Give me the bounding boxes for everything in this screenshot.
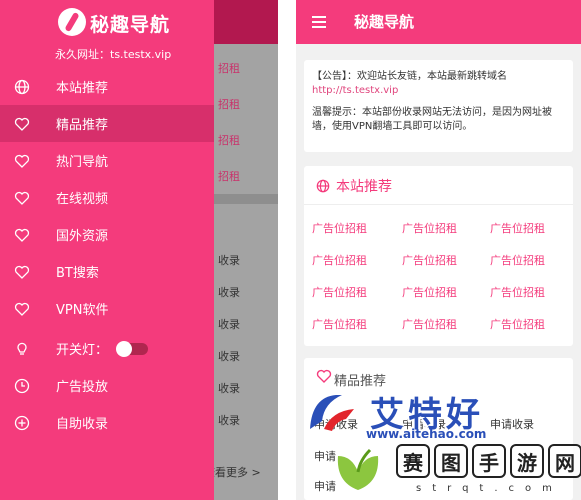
behind-ad-link[interactable]: 招租: [218, 60, 240, 76]
menu-item-label: BT搜索: [56, 266, 99, 281]
watermark-chars: 赛 图 手 游 网: [396, 444, 581, 478]
behind-ad-link[interactable]: 招租: [218, 132, 240, 148]
menu-item-label: 国外资源: [56, 229, 109, 244]
recommend-card: 本站推荐 广告位招租 广告位招租 广告位招租 广告位招租 广告位招租 广告位招租…: [304, 166, 573, 346]
menu-item-submit[interactable]: 自助收录: [0, 404, 214, 441]
page-title: 秘趣导航: [354, 13, 415, 31]
divider: [304, 204, 573, 205]
ad-link[interactable]: 广告位招租: [402, 284, 457, 300]
heart-icon: [14, 264, 30, 280]
ad-link[interactable]: 广告位招租: [312, 252, 367, 268]
notice-tip: 温馨提示：本站部份收录网站无法访问，是因为网址被墙，使用VPN翻墙工具即可以访问…: [312, 107, 552, 132]
behind-shoulu[interactable]: 收录: [218, 252, 240, 268]
menu-item-label: 热门导航: [56, 155, 109, 170]
plus-circle-icon: [14, 415, 30, 431]
heart-icon: [14, 153, 30, 169]
heart-icon: [14, 116, 30, 132]
ad-link[interactable]: 广告位招租: [402, 316, 457, 332]
menu-item-foreign[interactable]: 国外资源: [0, 216, 214, 253]
menu-item-vpn[interactable]: VPN软件: [0, 290, 214, 327]
menu-item-label: 精品推荐: [56, 118, 109, 133]
ad-link[interactable]: 广告位招租: [490, 220, 545, 236]
notice-link[interactable]: http://ts.testx.vip: [312, 84, 565, 98]
drawer-brand: 秘趣导航: [90, 14, 171, 36]
notice-card: 【公告】：欢迎站长友链，本站最新跳转域名 http://ts.testx.vip…: [304, 60, 573, 152]
menu-item-premium[interactable]: 精品推荐: [0, 105, 214, 142]
recommend-title: 本站推荐: [316, 176, 392, 196]
ad-link[interactable]: 广告位招租: [312, 316, 367, 332]
behind-shoulu[interactable]: 收录: [218, 284, 240, 300]
bulb-icon: [14, 341, 30, 357]
behind-shoulu[interactable]: 收录: [218, 348, 240, 364]
ad-link[interactable]: 广告位招租: [490, 316, 545, 332]
watermark-char: 游: [510, 444, 544, 478]
watermark-char: 图: [434, 444, 468, 478]
heart-icon: [316, 369, 332, 383]
recommend-title-text: 本站推荐: [336, 179, 392, 195]
drawer-header: 秘趣导航 永久网址：ts.testx.vip: [0, 0, 214, 68]
behind-separator: [214, 194, 278, 204]
behind-ad-link[interactable]: 招租: [218, 96, 240, 112]
nav-drawer: 秘趣导航 永久网址：ts.testx.vip 本站推荐 精品推荐 热门导航 在线…: [0, 0, 214, 500]
menu-item-video[interactable]: 在线视频: [0, 179, 214, 216]
menu-item-bt[interactable]: BT搜索: [0, 253, 214, 290]
menu-item-light-toggle: 开关灯：: [0, 330, 214, 367]
watermark-saitu: 赛 图 手 游 网 strqt.com: [330, 438, 581, 500]
menu-item-recommend[interactable]: 本站推荐: [0, 68, 214, 105]
behind-shoulu[interactable]: 收录: [218, 316, 240, 332]
watermark-char: 网: [548, 444, 581, 478]
heart-icon: [14, 227, 30, 243]
ad-link[interactable]: 广告位招租: [402, 252, 457, 268]
menu-item-label: 在线视频: [56, 192, 109, 207]
top-bar: 秘趣导航: [296, 0, 581, 44]
menu-item-hot[interactable]: 热门导航: [0, 142, 214, 179]
brand-logo-icon: [58, 8, 86, 36]
watermark-char: 赛: [396, 444, 430, 478]
hamburger-menu-icon[interactable]: [312, 16, 326, 28]
menu-item-ads[interactable]: 广告投放: [0, 367, 214, 404]
notice-text: 【公告】：欢迎站长友链，本站最新跳转域名: [312, 71, 507, 82]
menu-item-label: 自助收录: [56, 417, 109, 432]
heart-icon: [14, 190, 30, 206]
behind-shoulu[interactable]: 收录: [218, 412, 240, 428]
menu-item-label: 广告投放: [56, 380, 109, 395]
watermark-sub: strqt.com: [416, 483, 563, 494]
aitehao-logo-icon: [310, 395, 354, 431]
watermark-aitehao: 艾特好 www.aitehao.com: [300, 383, 540, 443]
behind-header: [214, 0, 278, 44]
globe-icon: [14, 79, 30, 95]
ad-link[interactable]: 广告位招租: [312, 284, 367, 300]
ad-link[interactable]: 广告位招租: [312, 220, 367, 236]
leaf-logo-icon: [337, 448, 379, 490]
light-toggle-switch[interactable]: [116, 340, 149, 357]
clock-icon: [14, 378, 30, 394]
left-phone: 招租 招租 招租 招租 收录 收录 收录 收录 收录 收录 查看更多 > 秘趣导…: [0, 0, 278, 500]
menu-item-label: VPN软件: [56, 303, 109, 318]
behind-ad-link[interactable]: 招租: [218, 168, 240, 184]
ad-link[interactable]: 广告位招租: [402, 220, 457, 236]
watermark-char: 手: [472, 444, 506, 478]
ad-link[interactable]: 广告位招租: [490, 252, 545, 268]
menu-item-label: 本站推荐: [56, 81, 109, 96]
drawer-domain: 永久网址：ts.testx.vip: [55, 48, 172, 61]
behind-content: 招租 招租 招租 招租 收录 收录 收录 收录 收录 收录 查看更多 >: [204, 44, 278, 500]
behind-shoulu[interactable]: 收录: [218, 380, 240, 396]
globe-icon: [316, 179, 330, 193]
ad-link[interactable]: 广告位招租: [490, 284, 545, 300]
heart-icon: [14, 301, 30, 317]
menu-item-label: 开关灯：: [56, 343, 109, 358]
